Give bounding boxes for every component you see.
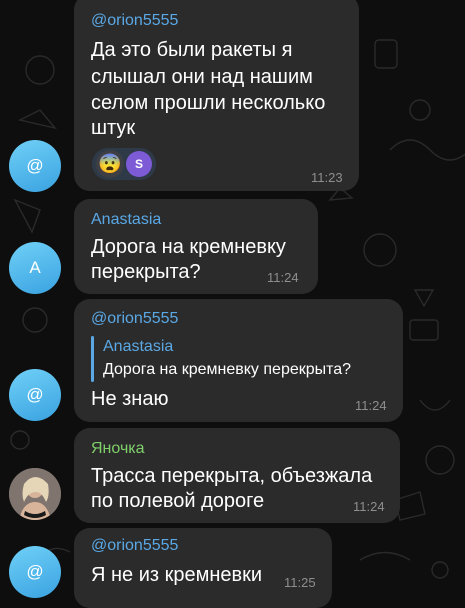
sender-name[interactable]: @orion5555 xyxy=(91,12,178,30)
avatar-initial: @ xyxy=(26,156,44,175)
avatar[interactable]: @ xyxy=(9,546,61,598)
message-time: 11:24 xyxy=(267,270,299,285)
reply-quote-bar xyxy=(91,336,94,382)
message-bubble[interactable]: Яночка Трасса перекрыта, объезжала по по… xyxy=(74,428,400,523)
fearful-face-reaction-icon[interactable]: 😨 xyxy=(96,150,124,178)
message-text-line: селом прошли несколько xyxy=(91,92,326,114)
message-text-line: штук xyxy=(91,117,136,139)
sender-name[interactable]: Anastasia xyxy=(91,211,161,229)
message-text-line: по полевой дороге xyxy=(91,490,265,512)
message-text-line: Трасса перекрыта, объезжала xyxy=(91,465,373,487)
avatar[interactable]: @ xyxy=(9,140,61,192)
reply-quote[interactable]: Anastasia Дорога на кремневку перекрыта? xyxy=(91,336,391,382)
avatar[interactable]: @ xyxy=(9,369,61,421)
message-bubble[interactable]: @orion5555 Я не из кремневки 11:25 xyxy=(74,528,332,608)
message-text-line: Да это были ракеты я xyxy=(91,39,293,61)
sender-name[interactable]: Яночка xyxy=(91,440,145,458)
message-text-line: Не знаю xyxy=(91,388,169,410)
avatar-initial: @ xyxy=(26,562,44,581)
message-text-line: слышал они над нашим xyxy=(91,66,313,88)
message-text-line: Дорога на кремневку xyxy=(91,236,286,258)
message-bubble[interactable]: @orion5555 Anastasia Дорога на кремневку… xyxy=(74,299,403,422)
message-time: 11:25 xyxy=(284,575,316,590)
reply-sender: Anastasia xyxy=(103,338,174,355)
reactor-avatar: S xyxy=(126,151,152,177)
message-bubble[interactable]: @orion5555 Да это были ракеты я слышал о… xyxy=(74,0,359,191)
message-time: 11:23 xyxy=(311,170,343,185)
message-bubble[interactable]: Anastasia Дорога на кремневку перекрыта?… xyxy=(74,199,318,294)
reactions-row[interactable]: 😨 S xyxy=(92,148,156,180)
message-text-line: Я не из кремневки xyxy=(91,564,263,586)
user-photo-icon xyxy=(9,468,61,520)
avatar-initial: A xyxy=(29,258,41,277)
avatar[interactable]: A xyxy=(9,242,61,294)
message-text-line: перекрыта? xyxy=(91,261,201,283)
sender-name[interactable]: @orion5555 xyxy=(91,537,178,555)
sender-name[interactable]: @orion5555 xyxy=(91,310,178,328)
message-time: 11:24 xyxy=(355,398,387,413)
reply-text: Дорога на кремневку перекрыта? xyxy=(103,361,352,378)
avatar-initial: @ xyxy=(26,385,44,404)
avatar[interactable] xyxy=(9,468,61,520)
message-time: 11:24 xyxy=(353,499,385,514)
